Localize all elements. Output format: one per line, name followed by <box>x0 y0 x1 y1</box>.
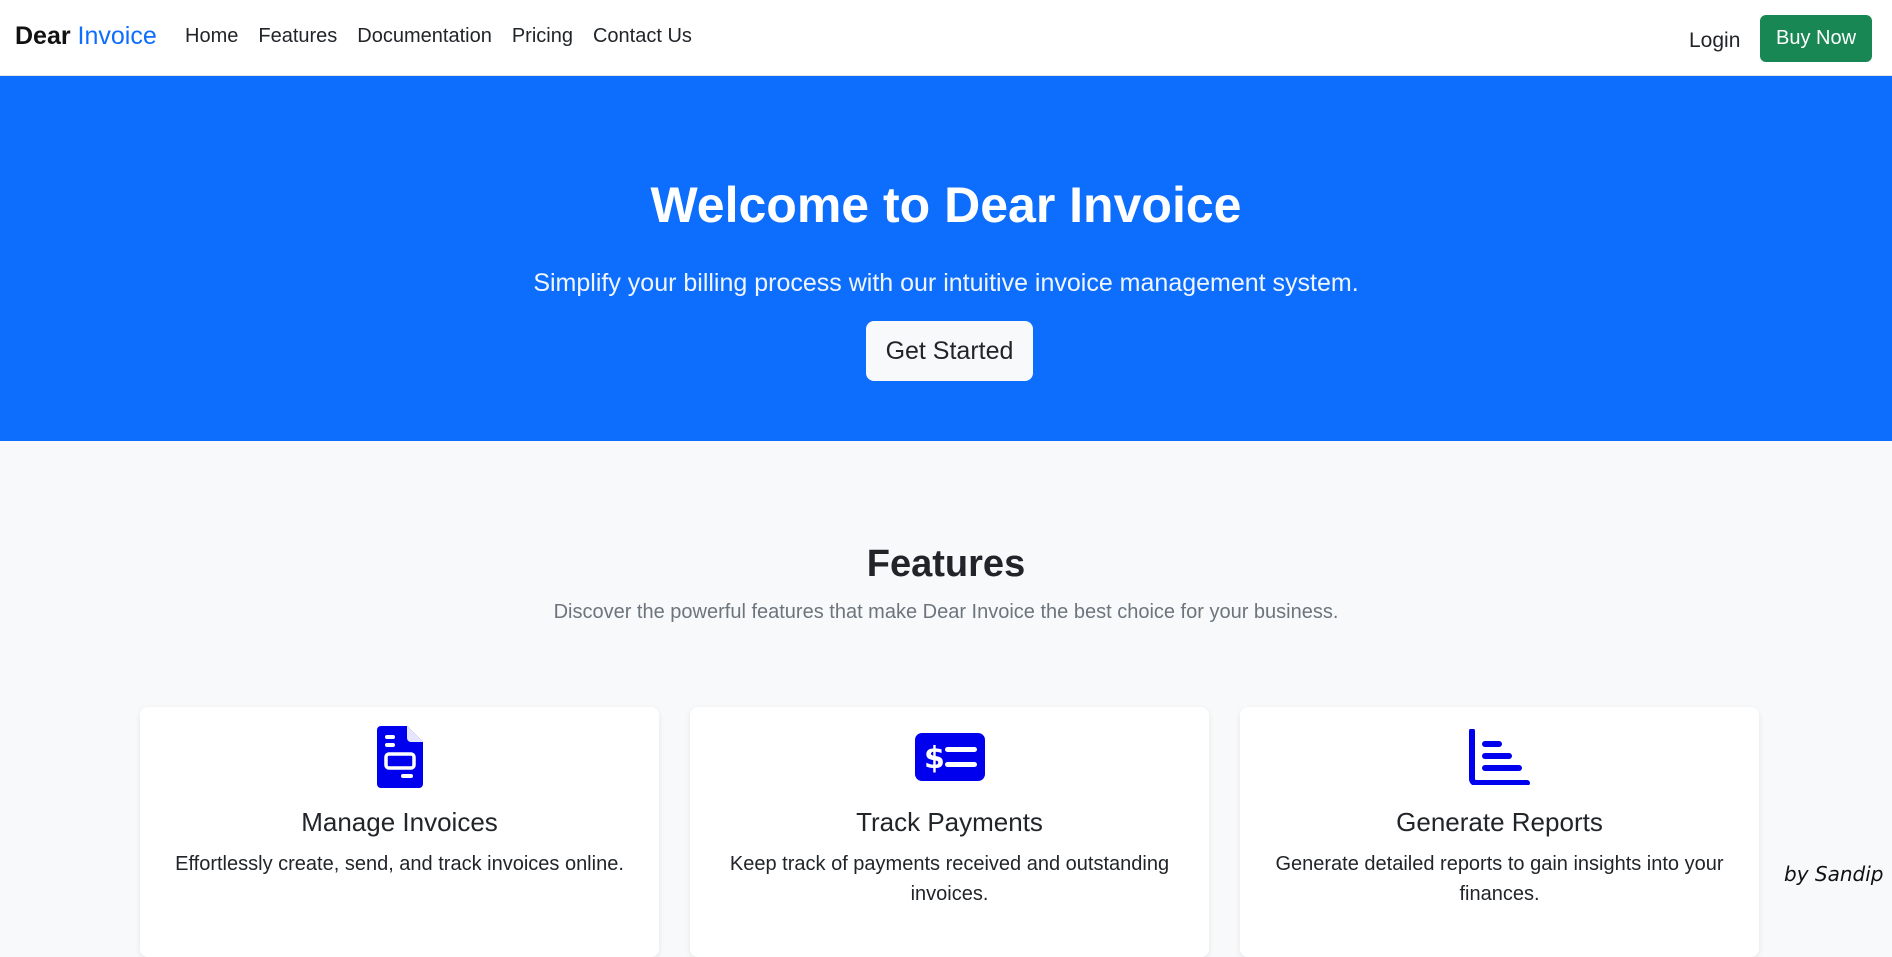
nav-link-home[interactable]: Home <box>185 21 248 51</box>
features-subtitle: Discover the powerful features that make… <box>553 601 1339 623</box>
nav-link-pricing[interactable]: Pricing <box>502 21 583 51</box>
brand-name-accent: Invoice <box>77 22 157 50</box>
feature-card-title: Track Payments <box>856 807 1043 837</box>
buy-now-button[interactable]: Buy Now <box>1760 15 1872 62</box>
main-nav: Home Features Documentation Pricing Cont… <box>185 21 702 51</box>
hero-section: Welcome to Dear Invoice Simplify your bi… <box>0 76 1892 441</box>
feature-card-text: Keep track of payments received and outs… <box>729 853 1170 905</box>
feature-card-track-payments: $ Track Payments Keep track of payments … <box>690 707 1209 957</box>
navbar: Dear Invoice Home Features Documentation… <box>0 0 1892 76</box>
feature-card-title: Generate Reports <box>1396 807 1603 837</box>
invoice-document-icon <box>140 725 659 789</box>
feature-card-text: Effortlessly create, send, and track inv… <box>175 853 624 875</box>
author-signature: by Sandip <box>1784 862 1884 886</box>
nav-link-documentation[interactable]: Documentation <box>347 21 502 51</box>
cash-payment-icon: $ <box>690 725 1209 789</box>
feature-card-generate-reports: Generate Reports Generate detailed repor… <box>1240 707 1759 957</box>
feature-card-manage-invoices: Manage Invoices Effortlessly create, sen… <box>140 707 659 957</box>
bar-chart-icon <box>1240 725 1759 789</box>
features-title: Features <box>866 543 1026 585</box>
hero-subtitle: Simplify your billing process with our i… <box>533 269 1359 297</box>
svg-text:$: $ <box>924 741 945 776</box>
nav-link-features[interactable]: Features <box>248 21 347 51</box>
brand-logo[interactable]: Dear Invoice <box>15 18 157 54</box>
get-started-button[interactable]: Get Started <box>866 321 1033 381</box>
feature-card-title: Manage Invoices <box>301 807 498 837</box>
login-link[interactable]: Login <box>1689 26 1740 56</box>
brand-name-bold: Dear <box>15 22 71 50</box>
nav-link-contact[interactable]: Contact Us <box>583 21 702 51</box>
feature-card-text: Generate detailed reports to gain insigh… <box>1275 853 1724 905</box>
hero-title: Welcome to Dear Invoice <box>650 177 1242 233</box>
